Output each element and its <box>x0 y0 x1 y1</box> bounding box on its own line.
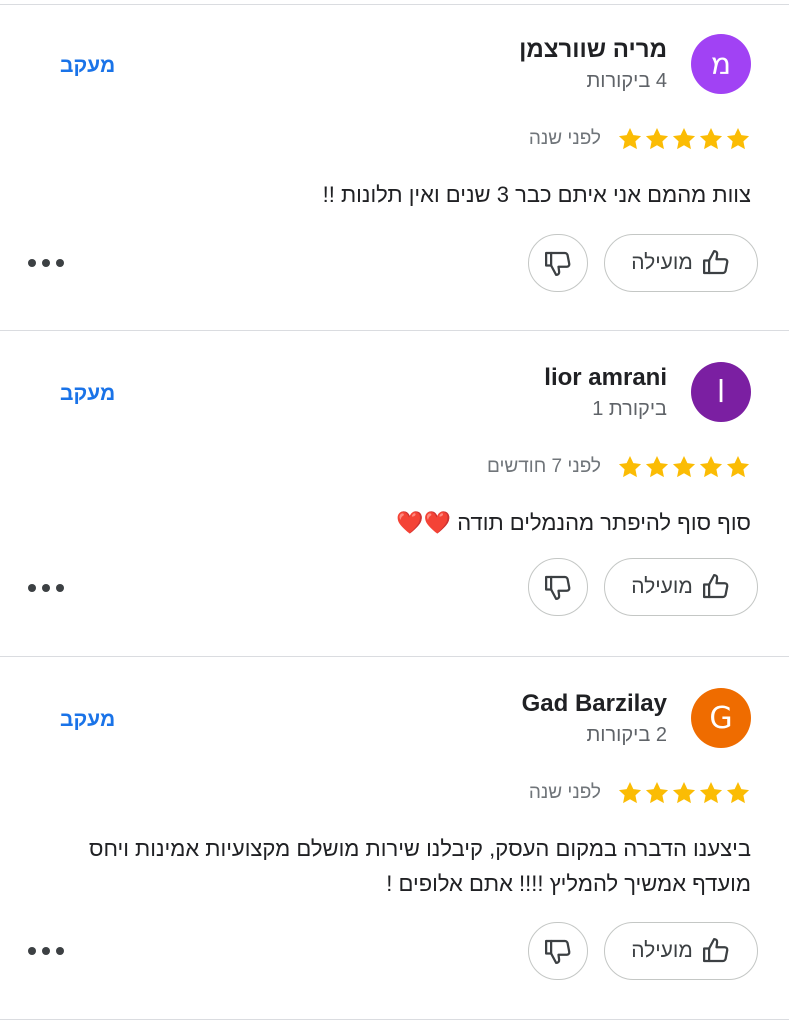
star-icon <box>645 127 669 150</box>
avatar-letter: מ <box>710 46 732 82</box>
star-rating <box>617 454 751 480</box>
unhelpful-button[interactable] <box>528 234 588 292</box>
star-icon <box>699 781 723 804</box>
divider <box>0 330 789 331</box>
helpful-button[interactable]: מועילה <box>604 234 758 292</box>
star-icon <box>699 127 723 150</box>
follow-button[interactable]: מעקב <box>60 382 115 406</box>
helpful-label: מועילה <box>631 939 693 962</box>
review-count: 2 ביקורות <box>586 724 667 746</box>
helpful-label: מועילה <box>631 251 693 274</box>
thumb-up-icon <box>702 938 729 963</box>
divider <box>0 1019 789 1020</box>
divider <box>0 656 789 657</box>
rating-row: לפני שנה <box>529 780 751 806</box>
more-horizontal-icon <box>42 259 50 267</box>
star-icon <box>618 781 642 804</box>
more-options-button[interactable] <box>28 941 64 961</box>
review-author[interactable]: מריה שוורצמן <box>519 36 667 64</box>
star-icon <box>726 781 750 804</box>
more-horizontal-icon <box>56 584 64 592</box>
avatar[interactable]: מ <box>691 34 751 94</box>
thumb-down-icon <box>545 575 571 600</box>
review-text: צוות מהמם אני איתם כבר 3 שנים ואין תלונו… <box>322 182 751 207</box>
rating-row: לפני שנה <box>529 126 751 152</box>
review-date: לפני שנה <box>528 128 601 149</box>
avatar-letter: G <box>709 700 733 736</box>
more-horizontal-icon <box>42 584 50 592</box>
star-icon <box>618 127 642 150</box>
star-icon <box>645 781 669 804</box>
review-author[interactable]: lior amrani <box>544 364 667 392</box>
star-icon <box>672 781 696 804</box>
more-horizontal-icon <box>42 947 50 955</box>
review-date: לפני 7 חודשים <box>486 456 601 477</box>
helpful-label: מועילה <box>631 575 693 598</box>
review-text: ביצענו הדברה במקום העסק, קיבלנו שירות מו… <box>89 836 751 896</box>
thumb-down-icon <box>545 939 571 964</box>
review-text: סוף סוף להיפתר מהנמלים תודה ❤️❤️ <box>396 510 751 535</box>
star-icon <box>726 455 750 478</box>
review-author[interactable]: Gad Barzilay <box>522 690 667 718</box>
thumb-down-icon <box>545 251 571 276</box>
review-date: לפני שנה <box>528 782 601 803</box>
unhelpful-button[interactable] <box>528 558 588 616</box>
star-rating <box>617 780 751 806</box>
more-options-button[interactable] <box>28 578 64 598</box>
helpful-button[interactable]: מועילה <box>604 558 758 616</box>
star-icon <box>672 127 696 150</box>
more-horizontal-icon <box>28 259 36 267</box>
review-count: 4 ביקורות <box>586 70 667 92</box>
avatar[interactable]: G <box>691 688 751 748</box>
more-horizontal-icon <box>56 947 64 955</box>
review-count: ביקורת 1 <box>592 398 667 420</box>
helpful-button[interactable]: מועילה <box>604 922 758 980</box>
more-options-button[interactable] <box>28 253 64 273</box>
follow-button[interactable]: מעקב <box>60 708 115 732</box>
more-horizontal-icon <box>56 259 64 267</box>
reviews-feed: מ מריה שוורצמן 4 ביקורות מעקב לפני שנה צ… <box>0 0 789 1024</box>
more-horizontal-icon <box>28 584 36 592</box>
rating-row: לפני 7 חודשים <box>487 454 751 480</box>
follow-button[interactable]: מעקב <box>60 54 115 78</box>
thumb-up-icon <box>702 250 729 275</box>
avatar[interactable]: l <box>691 362 751 422</box>
avatar-letter: l <box>716 374 726 410</box>
star-icon <box>726 127 750 150</box>
star-icon <box>618 455 642 478</box>
star-icon <box>672 455 696 478</box>
star-rating <box>617 126 751 152</box>
star-icon <box>645 455 669 478</box>
unhelpful-button[interactable] <box>528 922 588 980</box>
star-icon <box>699 455 723 478</box>
divider <box>0 4 789 5</box>
thumb-up-icon <box>702 574 729 599</box>
more-horizontal-icon <box>28 947 36 955</box>
